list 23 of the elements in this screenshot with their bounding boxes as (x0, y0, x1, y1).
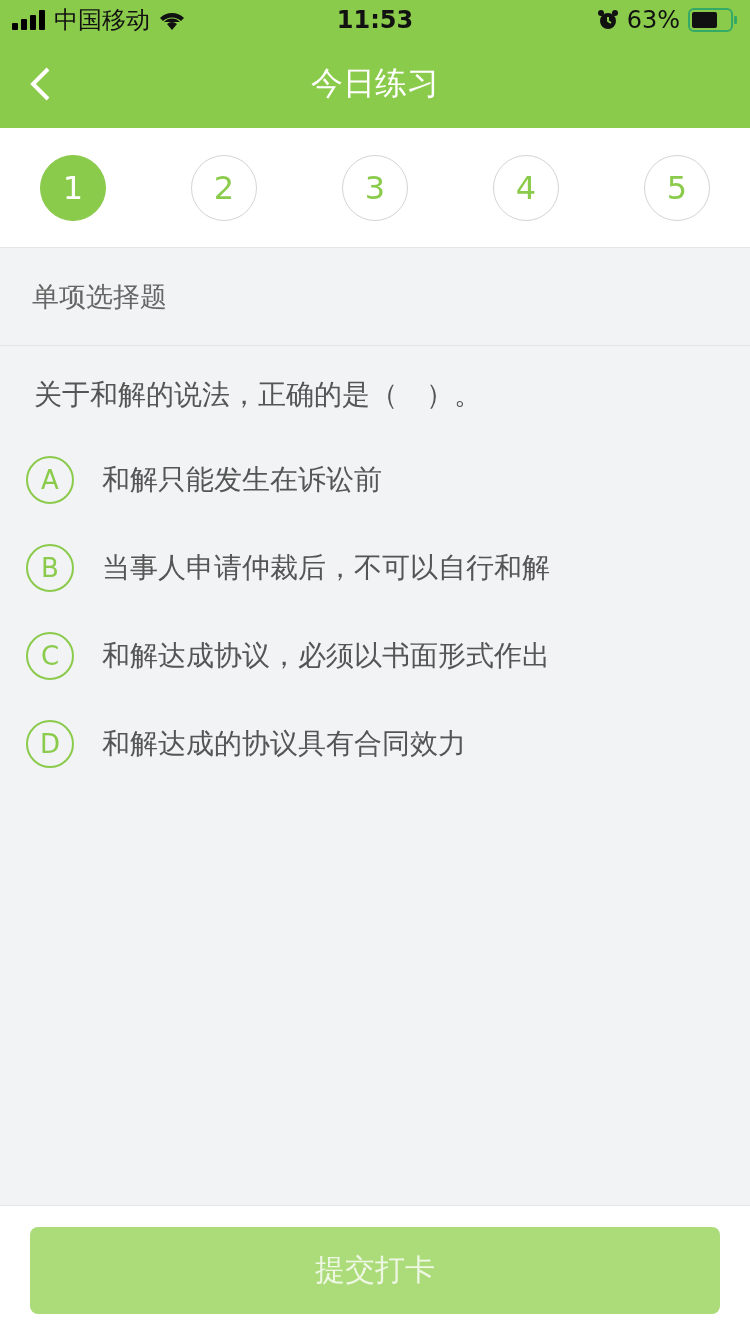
signal-icon (12, 10, 46, 30)
option-text: 当事人申请仲裁后，不可以自行和解 (102, 550, 550, 586)
option-letter[interactable]: D (26, 720, 74, 768)
option-letter[interactable]: B (26, 544, 74, 592)
option-letter[interactable]: C (26, 632, 74, 680)
carrier-name: 中国移动 (54, 5, 150, 36)
wifi-icon (158, 10, 186, 30)
question-number-tab[interactable]: 2 (191, 154, 257, 221)
option-text: 和解达成的协议具有合同效力 (102, 726, 466, 762)
option-text: 和解只能发生在诉讼前 (102, 462, 382, 498)
question-number-tab[interactable]: 4 (493, 154, 559, 221)
question-text: 关于和解的说法，正确的是（ ）。 (34, 377, 483, 413)
battery-icon (688, 8, 738, 32)
option-letter[interactable]: A (26, 456, 74, 504)
alarm-icon (596, 9, 619, 31)
option-text: 和解达成协议，必须以书面形式作出 (102, 638, 550, 674)
question-number-tab[interactable]: 5 (644, 154, 710, 221)
battery-percent: 63% (626, 6, 680, 34)
question-number-tab[interactable]: 1 (40, 154, 106, 221)
page-title: 今日练习 (311, 63, 439, 104)
section-title: 单项选择题 (32, 279, 167, 314)
question-number-tab[interactable]: 3 (342, 154, 408, 221)
clock-time: 11:53 (336, 6, 414, 34)
